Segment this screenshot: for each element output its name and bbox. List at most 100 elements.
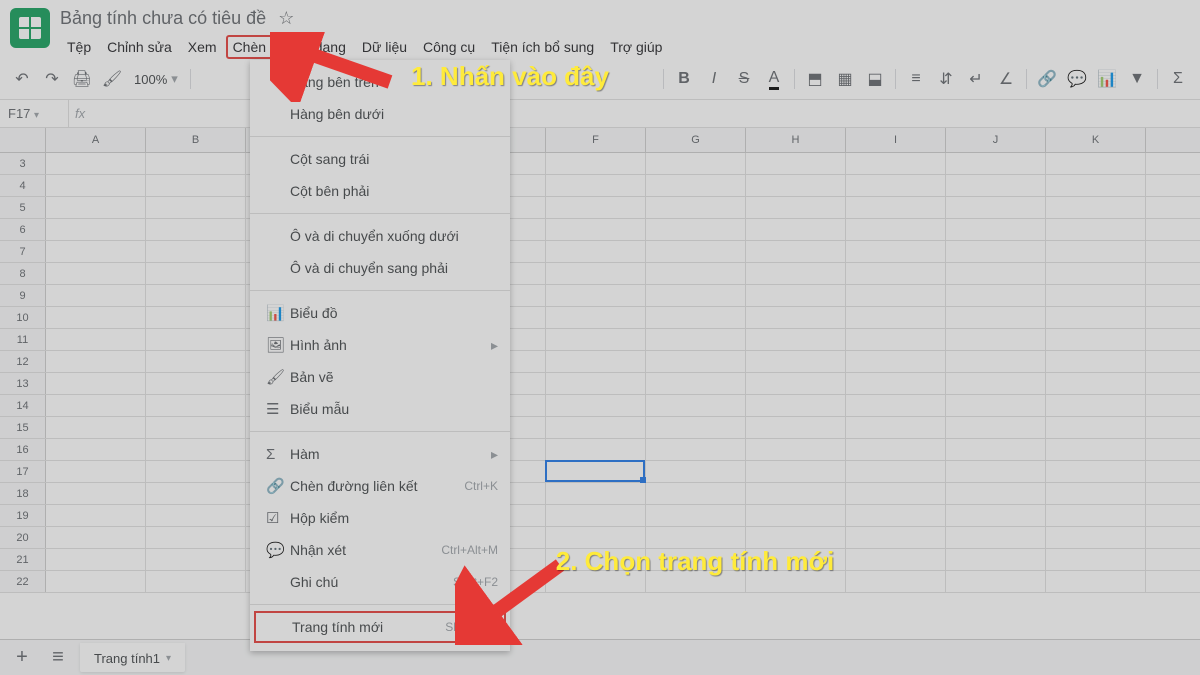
cell[interactable] bbox=[846, 373, 946, 395]
cell[interactable] bbox=[1046, 461, 1146, 483]
cell[interactable] bbox=[46, 417, 146, 439]
cell[interactable] bbox=[846, 461, 946, 483]
cell[interactable] bbox=[946, 153, 1046, 175]
col-header[interactable]: J bbox=[946, 128, 1046, 152]
add-sheet-button[interactable]: + bbox=[8, 644, 36, 672]
cell[interactable] bbox=[146, 483, 246, 505]
valign-button[interactable]: ⇵ bbox=[932, 65, 960, 93]
cell[interactable] bbox=[946, 483, 1046, 505]
cell[interactable] bbox=[546, 175, 646, 197]
cell[interactable] bbox=[46, 505, 146, 527]
select-all-corner[interactable] bbox=[0, 128, 46, 152]
cell[interactable] bbox=[646, 285, 746, 307]
cell[interactable] bbox=[546, 439, 646, 461]
cell[interactable] bbox=[1046, 153, 1146, 175]
cell[interactable] bbox=[946, 351, 1046, 373]
menu-chèn[interactable]: Chèn bbox=[226, 35, 273, 59]
row-header[interactable]: 4 bbox=[0, 175, 46, 196]
cell[interactable] bbox=[46, 483, 146, 505]
menu-item[interactable]: 🖌Bản vẽ bbox=[250, 361, 510, 393]
cell[interactable] bbox=[546, 307, 646, 329]
cell[interactable] bbox=[146, 197, 246, 219]
cell[interactable] bbox=[146, 505, 246, 527]
row-header[interactable]: 8 bbox=[0, 263, 46, 284]
cell[interactable] bbox=[1046, 219, 1146, 241]
cell[interactable] bbox=[546, 461, 646, 483]
cell[interactable] bbox=[146, 263, 246, 285]
cell[interactable] bbox=[146, 417, 246, 439]
rotate-button[interactable]: ∠ bbox=[992, 65, 1020, 93]
cell[interactable] bbox=[546, 373, 646, 395]
cell[interactable] bbox=[46, 197, 146, 219]
menu-item[interactable]: ☰Biểu mẫu bbox=[250, 393, 510, 425]
menu-item[interactable]: ΣHàm▸ bbox=[250, 438, 510, 470]
cell[interactable] bbox=[46, 351, 146, 373]
cell[interactable] bbox=[646, 505, 746, 527]
cell[interactable] bbox=[46, 439, 146, 461]
cell[interactable] bbox=[646, 197, 746, 219]
cell[interactable] bbox=[46, 571, 146, 593]
cell[interactable] bbox=[146, 307, 246, 329]
cell[interactable] bbox=[746, 417, 846, 439]
cell[interactable] bbox=[946, 241, 1046, 263]
cell[interactable] bbox=[846, 241, 946, 263]
cell[interactable] bbox=[946, 439, 1046, 461]
cell[interactable] bbox=[1046, 505, 1146, 527]
borders-button[interactable]: ▦ bbox=[831, 65, 859, 93]
menu-trợ giúp[interactable]: Trợ giúp bbox=[603, 35, 669, 59]
row-header[interactable]: 13 bbox=[0, 373, 46, 394]
row-header[interactable]: 14 bbox=[0, 395, 46, 416]
cell[interactable] bbox=[546, 483, 646, 505]
cell[interactable] bbox=[146, 373, 246, 395]
row-header[interactable]: 9 bbox=[0, 285, 46, 306]
cell[interactable] bbox=[1046, 417, 1146, 439]
cell[interactable] bbox=[846, 307, 946, 329]
cell[interactable] bbox=[646, 439, 746, 461]
functions-button[interactable]: Σ bbox=[1164, 65, 1192, 93]
cell[interactable] bbox=[846, 483, 946, 505]
cell[interactable] bbox=[946, 175, 1046, 197]
print-button[interactable]: 🖨 bbox=[68, 65, 96, 93]
cell[interactable] bbox=[746, 241, 846, 263]
cell[interactable] bbox=[846, 153, 946, 175]
cell[interactable] bbox=[1046, 395, 1146, 417]
redo-button[interactable]: ↷ bbox=[38, 65, 66, 93]
cell[interactable] bbox=[846, 219, 946, 241]
cell[interactable] bbox=[946, 505, 1046, 527]
cell[interactable] bbox=[46, 461, 146, 483]
cell[interactable] bbox=[846, 527, 946, 549]
row-header[interactable]: 11 bbox=[0, 329, 46, 350]
cell[interactable] bbox=[846, 417, 946, 439]
formula-input[interactable]: fx bbox=[68, 100, 1200, 127]
cell[interactable] bbox=[946, 417, 1046, 439]
cell[interactable] bbox=[46, 307, 146, 329]
cell[interactable] bbox=[546, 197, 646, 219]
cell[interactable] bbox=[946, 373, 1046, 395]
menu-item[interactable]: Ô và di chuyển xuống dưới bbox=[250, 220, 510, 252]
cell[interactable] bbox=[1046, 197, 1146, 219]
comment-button[interactable]: 💬 bbox=[1063, 65, 1091, 93]
col-header[interactable]: G bbox=[646, 128, 746, 152]
row-header[interactable]: 7 bbox=[0, 241, 46, 262]
menu-item[interactable]: Hàng bên dưới bbox=[250, 98, 510, 130]
cell[interactable] bbox=[1046, 571, 1146, 593]
cell[interactable] bbox=[46, 153, 146, 175]
spreadsheet-grid[interactable]: 345678910111213141516171819202122 bbox=[0, 153, 1200, 613]
menu-item[interactable]: Ô và di chuyển sang phải bbox=[250, 252, 510, 284]
row-header[interactable]: 16 bbox=[0, 439, 46, 460]
cell[interactable] bbox=[646, 329, 746, 351]
cell[interactable] bbox=[746, 197, 846, 219]
cell[interactable] bbox=[46, 549, 146, 571]
sheet-tab[interactable]: Trang tính1 ▾ bbox=[80, 643, 185, 672]
merge-button[interactable]: ⬓ bbox=[861, 65, 889, 93]
cell[interactable] bbox=[1046, 329, 1146, 351]
menu-tiện ích bổ sung[interactable]: Tiện ích bổ sung bbox=[484, 35, 601, 59]
cell[interactable] bbox=[746, 351, 846, 373]
menu-item[interactable]: 🔗Chèn đường liên kếtCtrl+K bbox=[250, 470, 510, 502]
cell[interactable] bbox=[646, 373, 746, 395]
cell[interactable] bbox=[1046, 439, 1146, 461]
wrap-button[interactable]: ↵ bbox=[962, 65, 990, 93]
cell[interactable] bbox=[746, 461, 846, 483]
sheets-logo[interactable] bbox=[10, 8, 50, 48]
fill-color-button[interactable]: ⬒ bbox=[801, 65, 829, 93]
